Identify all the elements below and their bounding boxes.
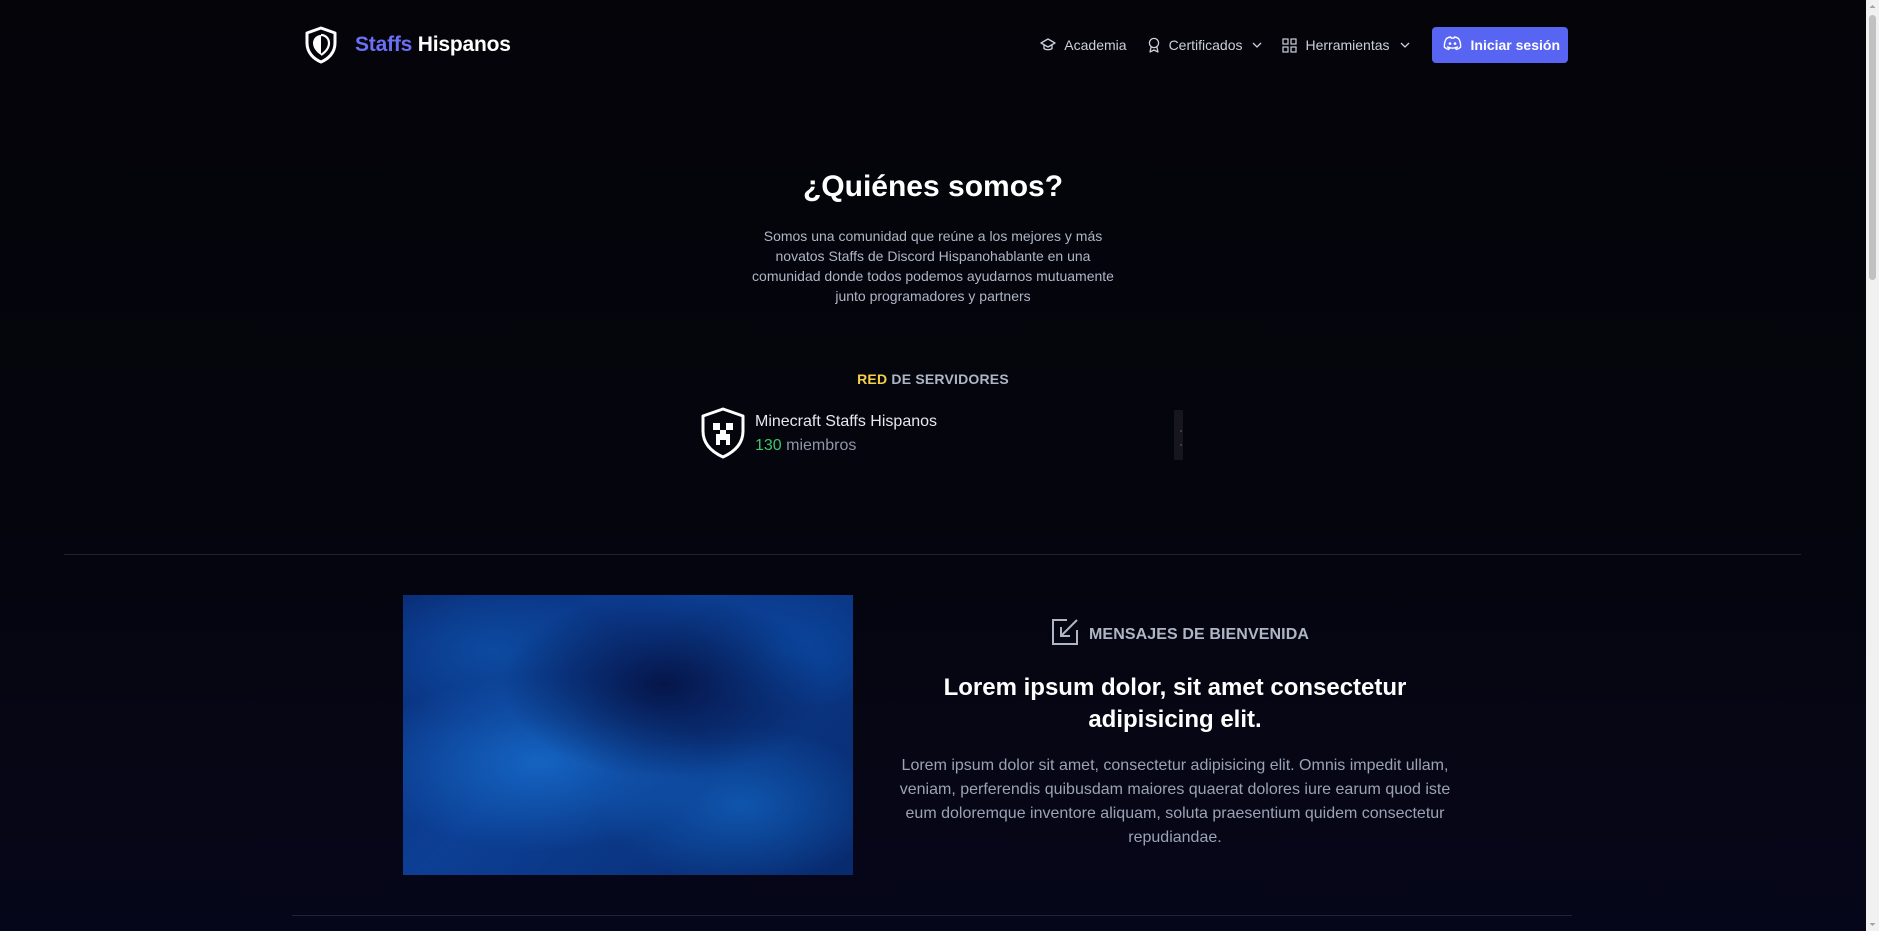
nav-link-label: Academia (1064, 37, 1127, 53)
chevron-down-icon (1400, 42, 1410, 48)
login-button[interactable]: Iniciar sesión (1431, 27, 1568, 63)
about-heading: ¿Quiénes somos? (802, 170, 1064, 203)
card-edge-dot (1180, 430, 1182, 432)
award-icon (1147, 37, 1161, 53)
grid-icon (1282, 37, 1298, 53)
feature-title: Lorem ipsum dolor, sit amet consectetur … (943, 674, 1407, 733)
section-divider (64, 554, 1801, 555)
scroll-down-arrow-icon[interactable] (1866, 918, 1879, 931)
discord-icon (1443, 36, 1462, 54)
brand-logo-link[interactable]: Staffs Hispanos (303, 26, 511, 64)
server-card[interactable]: Minecraft Staffs Hispanos 130 miembros (699, 407, 937, 464)
nav-link-herramientas[interactable]: Herramientas (1282, 37, 1409, 53)
next-server-card-edge[interactable] (1174, 410, 1183, 460)
chevron-down-icon (1252, 42, 1262, 48)
server-name: Minecraft Staffs Hispanos (755, 413, 938, 430)
login-button-label: Iniciar sesión (1470, 37, 1560, 53)
nav-link-academia[interactable]: Academia (1040, 37, 1127, 53)
feature-tag: MENSAJES DE BIENVENIDA (1050, 617, 1309, 652)
server-network-label-rest: DE SERVIDORES (887, 371, 1009, 387)
member-count-suffix: miembros (781, 437, 857, 454)
section-divider (292, 915, 1572, 916)
server-network-label: RED DE SERVIDORES (0, 371, 1866, 387)
navbar: Staffs Hispanos Academia Certificados He… (292, 26, 1568, 64)
scrollbar-thumb[interactable] (1869, 15, 1876, 280)
minecraft-shield-icon (699, 407, 747, 464)
member-count-number: 130 (755, 437, 782, 454)
nav-links: Academia Certificados Herramientas Inici… (1040, 26, 1568, 64)
server-info: Minecraft Staffs Hispanos 130 miembros (755, 411, 937, 459)
brand-name: Staffs Hispanos (355, 33, 511, 57)
feature-description: Lorem ipsum dolor sit amet, consectetur … (899, 757, 1451, 846)
nav-link-certificados[interactable]: Certificados (1147, 37, 1263, 53)
card-edge-dot (1180, 444, 1182, 446)
shield-logo-icon (303, 26, 339, 64)
brand-name-accent: Staffs (355, 33, 413, 56)
arrow-down-left-box-icon (1050, 617, 1080, 652)
feature-tag-label: MENSAJES DE BIENVENIDA (1089, 625, 1310, 643)
server-member-count: 130 miembros (755, 433, 937, 459)
about-description: Somos una comunidad que reúne a los mejo… (752, 228, 1114, 304)
page: Staffs Hispanos Academia Certificados He… (0, 0, 1879, 931)
server-network-label-highlight: RED (857, 371, 888, 387)
nav-link-label: Herramientas (1305, 37, 1390, 53)
feature-image (403, 595, 853, 875)
nav-link-label: Certificados (1168, 37, 1243, 53)
brand-name-rest: Hispanos (417, 33, 511, 56)
graduation-cap-icon (1040, 38, 1056, 52)
page-scrollbar[interactable] (1866, 0, 1879, 931)
scroll-up-arrow-icon[interactable] (1866, 0, 1879, 13)
